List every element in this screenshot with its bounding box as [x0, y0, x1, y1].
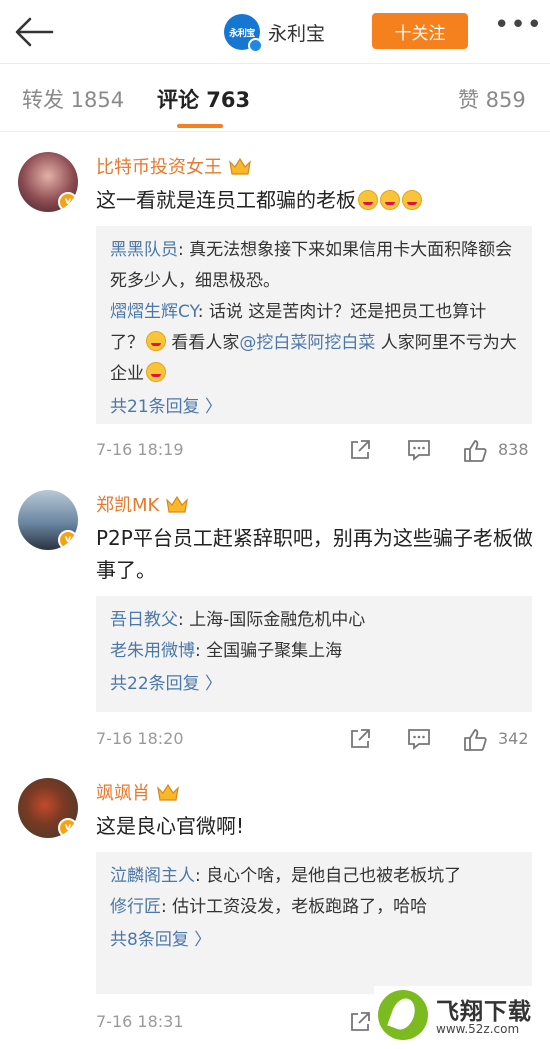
verified-icon — [248, 38, 263, 53]
share-icon[interactable] — [348, 727, 372, 751]
tab-active-indicator — [177, 124, 223, 128]
more-options-button[interactable]: ••• — [494, 12, 542, 44]
comment-body: 这一看就是连员工都骗的老板 — [96, 188, 356, 212]
comment-time: 7-16 18:31 — [96, 1012, 184, 1031]
comment-meta: 7-16 18:20 342 — [96, 725, 536, 755]
comment-icon[interactable] — [406, 438, 432, 462]
comment-meta: 7-16 18:19 838 — [96, 436, 536, 466]
tab-comments[interactable]: 评论 763 — [157, 84, 250, 114]
like-count: 838 — [498, 440, 529, 459]
follow-button[interactable]: 十关注 — [372, 13, 468, 49]
reply-username[interactable]: 泣麟阁主人 — [110, 866, 195, 886]
comment-text: 这一看就是连员工都骗的老板 — [96, 184, 536, 216]
tab-reposts[interactable]: 转发 1854 — [22, 84, 124, 114]
emoji-icon — [380, 190, 400, 210]
reply-item: 泣麟阁主人: 良心个啥，是他自己也被老板坑了 — [110, 861, 518, 892]
top-bar: 永利宝 永利宝 十关注 ••• — [0, 0, 550, 64]
comment-time: 7-16 18:19 — [96, 440, 184, 459]
emoji-icon — [146, 331, 166, 351]
crown-icon — [229, 157, 251, 175]
emoji-icon — [358, 190, 378, 210]
more-replies-link[interactable]: 共21条回复 〉 — [110, 392, 518, 423]
account-name: 永利宝 — [268, 22, 326, 45]
avatar[interactable]: v — [18, 152, 78, 212]
reply-box: 黑黑队员: 真无法想象接下来如果信用卡大面积降额会死多少人，细思极恐。 熠熠生辉… — [96, 226, 532, 424]
reply-box: 吾日教父: 上海-国际金融危机中心 老朱用微博: 全国骗子聚集上海 共22条回复… — [96, 596, 532, 712]
crown-icon — [157, 783, 179, 801]
like-icon[interactable] — [462, 727, 488, 753]
tab-bar: 转发 1854 评论 763 赞 859 — [0, 64, 550, 132]
comment-text: P2P平台员工赶紧辞职吧，别再为这些骗子老板做事了。 — [96, 526, 533, 582]
comment-username[interactable]: 飒飒肖 — [96, 779, 150, 805]
more-replies-link[interactable]: 共8条回复 〉 — [110, 925, 518, 956]
comment-icon[interactable] — [406, 727, 432, 751]
watermark-title: 飞翔下载 — [436, 999, 532, 1025]
emoji-icon — [146, 362, 166, 382]
reply-username[interactable]: 黑黑队员 — [110, 240, 178, 260]
reply-item: 老朱用微博: 全国骗子聚集上海 — [110, 636, 518, 667]
avatar[interactable]: v — [18, 778, 78, 838]
reply-username[interactable]: 修行匠 — [110, 897, 161, 917]
reply-username[interactable]: 吾日教父 — [110, 610, 178, 630]
watermark-logo-icon — [378, 990, 428, 1040]
account-avatar: 永利宝 — [224, 14, 263, 53]
comment-username[interactable]: 比特币投资女王 — [96, 153, 222, 179]
watermark-url: www.52z.com — [436, 1022, 520, 1036]
reply-box: 泣麟阁主人: 良心个啥，是他自己也被老板坑了 修行匠: 估计工资没发，老板跑路了… — [96, 852, 532, 994]
site-watermark: 飞翔下载 www.52z.com — [374, 986, 550, 1049]
comment-time: 7-16 18:20 — [96, 729, 184, 748]
back-button[interactable] — [12, 12, 56, 52]
reply-text: : 上海-国际金融危机中心 — [178, 610, 366, 630]
share-icon[interactable] — [348, 438, 372, 462]
reply-username[interactable]: 老朱用微博 — [110, 641, 195, 661]
share-icon[interactable] — [348, 1010, 372, 1034]
crown-icon — [166, 495, 189, 513]
reply-item: 黑黑队员: 真无法想象接下来如果信用卡大面积降额会死多少人，细思极恐。 — [110, 235, 518, 297]
reply-item: 修行匠: 估计工资没发，老板跑路了，哈哈 — [110, 892, 518, 923]
emoji-icon — [402, 190, 422, 210]
reply-item: 熠熠生辉CY: 话说 这是苦肉计？还是把员工也算计了？ 看看人家@挖白菜阿挖白菜… — [110, 297, 518, 390]
verified-badge-icon: v — [58, 818, 78, 838]
avatar[interactable]: v — [18, 490, 78, 550]
verified-badge-icon: v — [58, 192, 78, 212]
like-count: 342 — [498, 729, 529, 748]
account-logo-text: 永利宝 — [229, 28, 255, 39]
verified-badge-icon: v — [58, 530, 78, 550]
tab-likes[interactable]: 赞 859 — [458, 84, 526, 114]
comment-username[interactable]: 郑凯MK — [96, 491, 159, 517]
back-arrow-icon — [15, 17, 54, 47]
reply-username[interactable]: 熠熠生辉CY — [110, 302, 198, 322]
like-icon[interactable] — [462, 438, 488, 464]
comment-text: 这是良心官微啊! — [96, 814, 245, 838]
reply-text: 看看人家 — [166, 333, 240, 353]
more-replies-link[interactable]: 共22条回复 〉 — [110, 669, 518, 700]
account-header[interactable]: 永利宝 永利宝 — [224, 12, 326, 53]
reply-text: : 估计工资没发，老板跑路了，哈哈 — [161, 897, 428, 917]
mention-link[interactable]: @挖白菜阿挖白菜 — [239, 333, 375, 353]
reply-item: 吾日教父: 上海-国际金融危机中心 — [110, 605, 518, 636]
reply-text: : 全国骗子聚集上海 — [195, 641, 343, 661]
reply-text: : 良心个啥，是他自己也被老板坑了 — [195, 866, 462, 886]
